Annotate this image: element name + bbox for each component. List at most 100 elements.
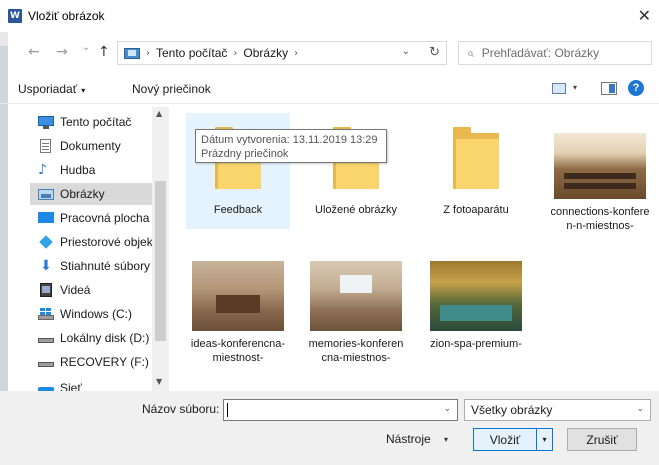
desktop-icon <box>38 211 54 225</box>
tooltip-folder-state: Prázdny priečinok <box>201 148 289 160</box>
pictures-icon <box>38 187 54 201</box>
sidebar-item-label: Tento počítač <box>60 115 132 129</box>
back-arrow-icon[interactable]: ← <box>28 44 40 60</box>
file-item-camera-roll[interactable]: Z fotoaparátu <box>424 113 528 217</box>
chevron-down-icon[interactable]: ⌄ <box>443 404 451 414</box>
close-icon[interactable]: ✕ <box>638 6 651 25</box>
title-bar: W Vložiť obrázok ✕ <box>0 0 659 32</box>
navigation-pane: Tento počítač Dokumenty ♪ Hudba Obrázky … <box>30 107 170 391</box>
up-arrow-icon[interactable]: ↑ <box>98 44 110 60</box>
disk-icon <box>38 331 54 345</box>
file-item-memories-photo[interactable]: memories-konferencna-miestnos- <box>304 251 408 365</box>
view-options-icon[interactable] <box>552 83 566 94</box>
navigation-bar: ← → ⌄ ↑ › Tento počítač › Obrázky › ⌄ ↻ … <box>0 36 659 70</box>
help-icon[interactable]: ? <box>628 80 644 96</box>
sidebar-item-label: Hudba <box>60 163 96 177</box>
file-type-value: Všetky obrázky <box>471 403 553 417</box>
navigation-pane-scrollbar[interactable]: ▲ ▼ <box>152 107 169 391</box>
file-label: zion-spa-premium- <box>430 338 522 350</box>
tools-button[interactable]: Nástroje <box>386 432 431 446</box>
organize-button[interactable]: Usporiadať ▾ <box>18 82 85 96</box>
photo-thumbnail <box>554 133 646 199</box>
photo-thumbnail <box>310 261 402 331</box>
pc-icon <box>124 47 140 59</box>
photo-detail <box>440 305 512 321</box>
sidebar-item-recovery-f[interactable]: RECOVERY (F:) <box>30 351 152 373</box>
file-item-connections-photo[interactable]: connections-konferen-n-miestnos- <box>548 113 652 233</box>
photo-detail <box>216 295 260 313</box>
network-icon <box>38 381 54 391</box>
scroll-down-arrow-icon[interactable]: ▼ <box>156 377 162 386</box>
music-icon: ♪ <box>38 162 47 178</box>
photo-detail <box>340 275 372 293</box>
windows-drive-icon <box>38 307 54 321</box>
folder-tooltip: Dátum vytvorenia: 13.11.2019 13:29 Prázd… <box>195 129 387 163</box>
refresh-icon[interactable]: ↻ <box>429 45 440 60</box>
search-input[interactable] <box>481 46 642 60</box>
filename-label: Názov súboru: <box>142 402 220 416</box>
videos-icon <box>38 283 54 297</box>
file-label: ideas-konferencna-miestnost- <box>190 338 286 364</box>
file-label: connections-konferen-n-miestnos- <box>550 206 650 232</box>
photo-thumbnail <box>430 261 522 331</box>
sidebar-item-downloads[interactable]: ⬇ Stiahnuté súbory <box>30 255 152 277</box>
breadcrumb-pictures[interactable]: Obrázky <box>243 46 288 60</box>
file-type-select[interactable]: Všetky obrázky ⌄ <box>464 399 651 421</box>
sidebar-item-network[interactable]: Sieť <box>30 377 152 391</box>
file-label: Feedback <box>213 204 263 216</box>
word-app-icon: W <box>8 9 22 23</box>
downloads-icon: ⬇ <box>40 258 52 274</box>
documents-icon <box>38 139 54 153</box>
tooltip-date-created: Dátum vytvorenia: 13.11.2019 13:29 <box>201 134 378 146</box>
sidebar-item-this-pc[interactable]: Tento počítač <box>30 111 152 133</box>
file-label: memories-konferencna-miestnos- <box>308 338 404 364</box>
sidebar-item-label: Obrázky <box>60 187 105 201</box>
sidebar-item-windows-drive[interactable]: Windows (C:) <box>30 303 152 325</box>
breadcrumb-separator[interactable]: › <box>233 48 237 59</box>
recent-locations-icon[interactable]: ⌄ <box>82 42 90 53</box>
breadcrumb-separator: › <box>146 47 150 59</box>
text-caret <box>227 403 228 417</box>
address-bar[interactable]: › Tento počítač › Obrázky › ⌄ ↻ <box>117 41 447 65</box>
sidebar-item-documents[interactable]: Dokumenty <box>30 135 152 157</box>
sidebar-item-label: Stiahnuté súbory <box>60 259 151 273</box>
file-item-zion-spa-photo[interactable]: zion-spa-premium- <box>424 251 528 351</box>
insert-button[interactable]: Vložiť ▾ <box>473 428 553 451</box>
photo-thumbnail <box>192 261 284 331</box>
command-toolbar: Usporiadať ▾ Nový priečinok ▾ ? <box>0 74 659 104</box>
view-options-caret-icon[interactable]: ▾ <box>573 83 577 92</box>
sidebar-item-label: Priestorové objekty <box>60 235 152 249</box>
sidebar-item-local-disk-d[interactable]: Lokálny disk (D:) <box>30 327 152 349</box>
disk-icon <box>38 355 54 369</box>
photo-detail <box>564 173 636 179</box>
search-box[interactable]: ⌕ <box>458 41 652 65</box>
3d-objects-icon <box>38 235 54 249</box>
folder-icon <box>453 127 499 189</box>
search-icon: ⌕ <box>467 45 474 60</box>
sidebar-item-label: Lokálny disk (D:) <box>60 331 150 345</box>
sidebar-item-pictures[interactable]: Obrázky <box>30 183 152 205</box>
sidebar-item-label: Dokumenty <box>60 139 121 153</box>
file-item-ideas-photo[interactable]: ideas-konferencna-miestnost- <box>186 251 290 365</box>
chevron-down-icon[interactable]: ⌄ <box>636 404 644 414</box>
sidebar-item-label: Pracovná plocha <box>60 211 150 225</box>
chevron-down-icon[interactable]: ⌄ <box>402 46 410 57</box>
forward-arrow-icon[interactable]: → <box>56 44 68 60</box>
filename-input[interactable]: ⌄ <box>223 399 458 421</box>
sidebar-item-videos[interactable]: Videá <box>30 279 152 301</box>
caret-down-icon: ▾ <box>81 86 86 95</box>
preview-pane-icon[interactable] <box>601 82 617 95</box>
breadcrumb-separator[interactable]: › <box>294 48 298 59</box>
scrollbar-thumb[interactable] <box>155 181 166 341</box>
sidebar-item-desktop[interactable]: Pracovná plocha <box>30 207 152 229</box>
sidebar-item-music[interactable]: ♪ Hudba <box>30 159 152 181</box>
cancel-button[interactable]: Zrušiť <box>567 428 637 451</box>
scroll-up-arrow-icon[interactable]: ▲ <box>156 109 162 118</box>
breadcrumb-this-pc[interactable]: Tento počítač <box>156 46 227 60</box>
insert-options-caret-icon[interactable]: ▾ <box>536 429 552 450</box>
insert-label: Vložiť <box>489 432 521 447</box>
new-folder-button[interactable]: Nový priečinok <box>132 82 211 96</box>
caret-down-icon[interactable]: ▾ <box>444 435 448 444</box>
sidebar-item-3d-objects[interactable]: Priestorové objekty <box>30 231 152 253</box>
window-title: Vložiť obrázok <box>28 9 105 23</box>
